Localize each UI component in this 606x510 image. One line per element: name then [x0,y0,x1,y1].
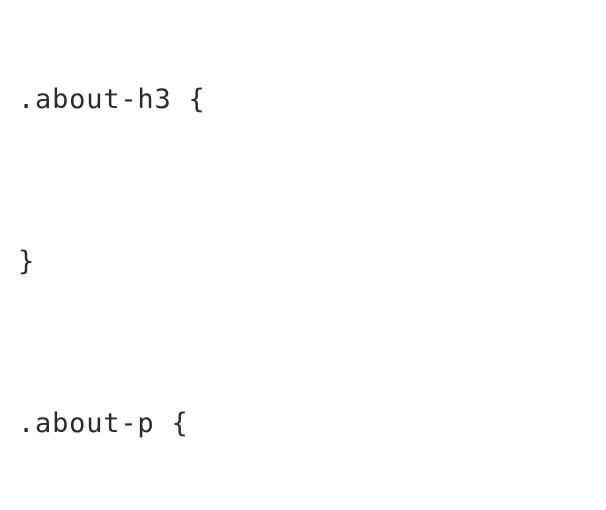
code-line: } [18,248,588,275]
code-line [18,329,588,356]
code-line: .about-h3 { [18,86,588,113]
code-line: .about-p { [18,410,588,437]
code-line [18,167,588,194]
code-line [18,491,588,510]
code-block: .about-h3 { } .about-p { } .product-div … [0,0,606,510]
